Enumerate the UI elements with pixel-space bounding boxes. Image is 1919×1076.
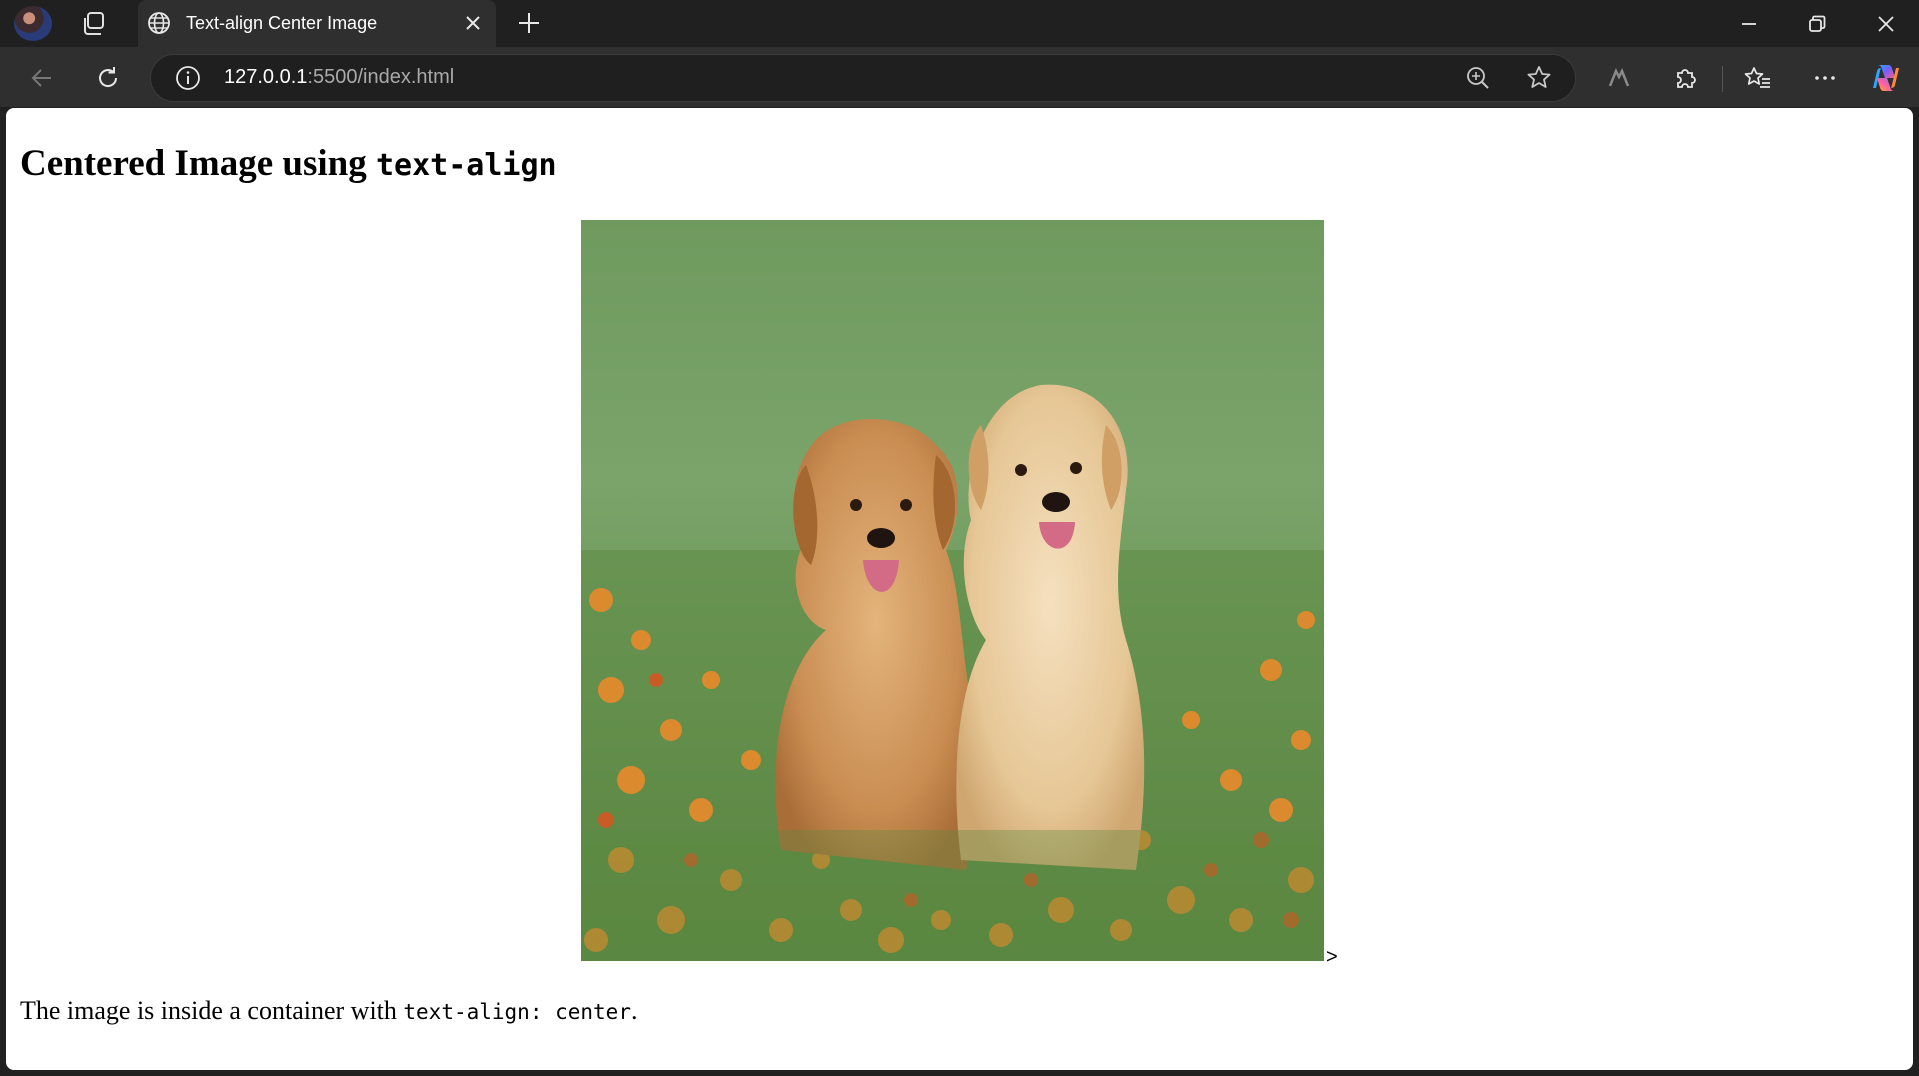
heading-text: Centered Image using: [20, 143, 376, 184]
copilot-icon[interactable]: [1868, 60, 1904, 96]
star-icon[interactable]: [1523, 62, 1555, 94]
globe-icon: [148, 12, 170, 34]
extensions-icon[interactable]: [1670, 62, 1702, 94]
window-close-icon[interactable]: [1870, 8, 1902, 40]
refresh-icon[interactable]: [92, 62, 124, 94]
favorites-icon[interactable]: [1742, 62, 1774, 94]
close-icon[interactable]: [460, 10, 486, 36]
toolbar-separator: [1722, 66, 1723, 92]
minimize-icon[interactable]: [1733, 8, 1765, 40]
page-content: Centered Image using text-align > The im…: [6, 108, 1913, 1070]
restore-icon[interactable]: [1801, 8, 1833, 40]
url-text[interactable]: 127.0.0.1:5500/index.html: [224, 66, 454, 89]
url-host: 127.0.0.1: [224, 66, 308, 88]
caption-end: .: [630, 996, 638, 1025]
caption-code: text-align: center: [403, 1000, 631, 1024]
url-path: :5500/index.html: [307, 66, 455, 88]
read-aloud-icon[interactable]: [1603, 62, 1635, 94]
info-icon[interactable]: [172, 62, 204, 94]
profile-avatar[interactable]: [14, 6, 52, 41]
workspaces-icon[interactable]: [80, 10, 108, 38]
heading-code: text-align: [375, 148, 557, 183]
caption-text: The image is inside a container with: [20, 996, 404, 1025]
page-heading: Centered Image using text-align: [20, 142, 557, 185]
zoom-icon[interactable]: [1462, 62, 1494, 94]
stray-text: >: [1326, 946, 1338, 968]
puppies-image: [581, 220, 1324, 961]
plus-icon[interactable]: [514, 8, 544, 38]
tab-title: Text-align Center Image: [186, 13, 378, 33]
back-icon[interactable]: [26, 62, 58, 94]
more-icon[interactable]: [1809, 62, 1841, 94]
caption-paragraph: The image is inside a container with tex…: [20, 996, 637, 1026]
title-bar: Text-align Center Image: [0, 0, 1919, 47]
